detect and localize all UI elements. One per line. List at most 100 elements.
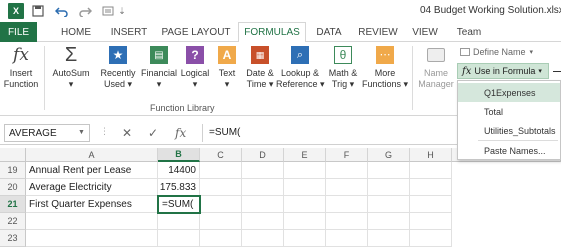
column-header-h[interactable]: H xyxy=(410,148,452,162)
cell-empty[interactable] xyxy=(200,213,242,230)
insert-function-button[interactable]: fx Insert Function xyxy=(2,44,40,90)
menu-item-utilities-subtotals[interactable]: Utilities_Subtotals xyxy=(458,121,560,140)
fx-small-icon: fx xyxy=(462,65,472,77)
cell-b21-active[interactable]: =SUM( xyxy=(157,195,201,214)
logical-button[interactable]: ? Logical ▾ xyxy=(178,44,212,90)
cell-empty[interactable] xyxy=(410,230,452,247)
column-header-a[interactable]: A xyxy=(26,148,158,162)
lookup-reference-button[interactable]: ⌕ Lookup & Reference ▾ xyxy=(276,44,325,90)
tab-review[interactable]: REVIEW xyxy=(356,22,400,42)
cell-empty[interactable] xyxy=(242,213,284,230)
cell-empty[interactable] xyxy=(368,162,410,179)
more-functions-button[interactable]: ⋯ More Functions ▾ xyxy=(362,44,408,90)
cell-empty[interactable] xyxy=(410,196,452,213)
tab-insert[interactable]: INSERT xyxy=(106,22,152,42)
cell-b22[interactable] xyxy=(158,213,200,230)
cell-empty[interactable] xyxy=(284,213,326,230)
tab-team[interactable]: Team xyxy=(452,22,486,42)
cell-b20[interactable]: 175.833 xyxy=(158,179,200,196)
name-manager-button[interactable]: Name Manager xyxy=(416,44,456,90)
cell-b19[interactable]: 14400 xyxy=(158,162,200,179)
tab-file[interactable]: FILE xyxy=(0,22,37,42)
column-header-d[interactable]: D xyxy=(242,148,284,162)
menu-item-q1expenses[interactable]: Q1Expenses xyxy=(458,83,560,102)
column-header-f[interactable]: F xyxy=(326,148,368,162)
tab-view[interactable]: VIEW xyxy=(410,22,440,42)
undo-icon[interactable] xyxy=(52,3,72,19)
cell-empty[interactable] xyxy=(242,230,284,247)
cell-empty[interactable] xyxy=(326,213,368,230)
calendar-icon: ▦ xyxy=(249,44,271,66)
use-in-formula-button[interactable]: fx Use in Formula ▾ xyxy=(457,63,549,79)
cell-empty[interactable] xyxy=(200,230,242,247)
select-all-corner[interactable] xyxy=(0,148,26,162)
cell-empty[interactable] xyxy=(368,179,410,196)
cell-empty[interactable] xyxy=(242,162,284,179)
column-header-g[interactable]: G xyxy=(368,148,410,162)
tab-page-layout[interactable]: PAGE LAYOUT xyxy=(160,22,232,42)
menu-item-paste-names[interactable]: Paste Names... xyxy=(458,141,560,160)
spreadsheet-grid: A B C D E F G H 19 Annual Rent per Lease… xyxy=(0,148,561,247)
column-header-b[interactable]: B xyxy=(158,148,200,162)
question-icon: ? xyxy=(184,44,206,66)
cell-empty[interactable] xyxy=(410,213,452,230)
cell-empty[interactable] xyxy=(410,162,452,179)
cell-a22[interactable] xyxy=(26,213,158,230)
cell-empty[interactable] xyxy=(200,196,242,213)
recently-used-button[interactable]: ★ Recently Used ▾ xyxy=(96,44,140,90)
title-bar: X ⇣ 04 Budget Working Solution.xlsx - E xyxy=(0,0,561,22)
cell-empty[interactable] xyxy=(200,162,242,179)
save-icon[interactable] xyxy=(30,3,46,19)
row-header-19[interactable]: 19 xyxy=(0,162,26,179)
tab-formulas[interactable]: FORMULAS xyxy=(238,22,306,43)
date-time-button[interactable]: ▦ Date & Time ▾ xyxy=(242,44,278,90)
cancel-icon[interactable]: ✕ xyxy=(122,126,132,140)
tab-home[interactable]: HOME xyxy=(56,22,96,42)
cell-empty[interactable] xyxy=(242,196,284,213)
tab-data[interactable]: DATA xyxy=(312,22,346,42)
row-header-22[interactable]: 22 xyxy=(0,213,26,230)
theta-icon: θ xyxy=(332,44,354,66)
cell-a23[interactable] xyxy=(26,230,158,247)
row-header-23[interactable]: 23 xyxy=(0,230,26,247)
cell-empty[interactable] xyxy=(284,179,326,196)
cell-empty[interactable] xyxy=(284,162,326,179)
cell-empty[interactable] xyxy=(368,230,410,247)
row-header-21[interactable]: 21 xyxy=(0,196,26,213)
financial-button[interactable]: ▤ Financial ▾ xyxy=(140,44,178,90)
menu-item-total[interactable]: Total xyxy=(458,102,560,121)
cell-empty[interactable] xyxy=(242,179,284,196)
cell-empty[interactable] xyxy=(284,230,326,247)
redo-icon[interactable] xyxy=(75,3,95,19)
cell-empty[interactable] xyxy=(368,213,410,230)
cell-empty[interactable] xyxy=(326,230,368,247)
cell-empty[interactable] xyxy=(284,196,326,213)
column-header-c[interactable]: C xyxy=(200,148,242,162)
insert-function-icon[interactable]: fx xyxy=(175,126,186,140)
excel-logo-icon: X xyxy=(8,3,24,19)
text-functions-button[interactable]: A Text ▾ xyxy=(214,44,240,90)
cell-a19[interactable]: Annual Rent per Lease xyxy=(26,162,158,179)
enter-icon[interactable]: ✓ xyxy=(148,126,158,140)
define-name-button[interactable]: Define Name ▾ xyxy=(460,47,533,57)
cell-empty[interactable] xyxy=(326,179,368,196)
autosum-button[interactable]: Σ AutoSum ▾ xyxy=(48,44,94,90)
column-header-e[interactable]: E xyxy=(284,148,326,162)
tag-icon xyxy=(425,44,447,66)
chevron-down-icon[interactable]: ▼ xyxy=(78,129,85,136)
cell-b23[interactable] xyxy=(158,230,200,247)
row-header-20[interactable]: 20 xyxy=(0,179,26,196)
cell-empty[interactable] xyxy=(368,196,410,213)
customize-quick-access-icon[interactable]: ⇣ xyxy=(117,3,127,19)
cell-empty[interactable] xyxy=(326,196,368,213)
cell-empty[interactable] xyxy=(326,162,368,179)
cell-empty[interactable] xyxy=(200,179,242,196)
cell-empty[interactable] xyxy=(410,179,452,196)
math-trig-button[interactable]: θ Math & Trig ▾ xyxy=(326,44,360,90)
print-preview-icon[interactable] xyxy=(100,3,116,19)
cell-a20[interactable]: Average Electricity xyxy=(26,179,158,196)
chevron-down-icon: ▾ xyxy=(538,68,542,75)
lookup-icon: ⌕ xyxy=(289,44,311,66)
document-title: 04 Budget Working Solution.xlsx - E xyxy=(420,5,561,16)
cell-a21[interactable]: First Quarter Expenses xyxy=(26,196,158,213)
